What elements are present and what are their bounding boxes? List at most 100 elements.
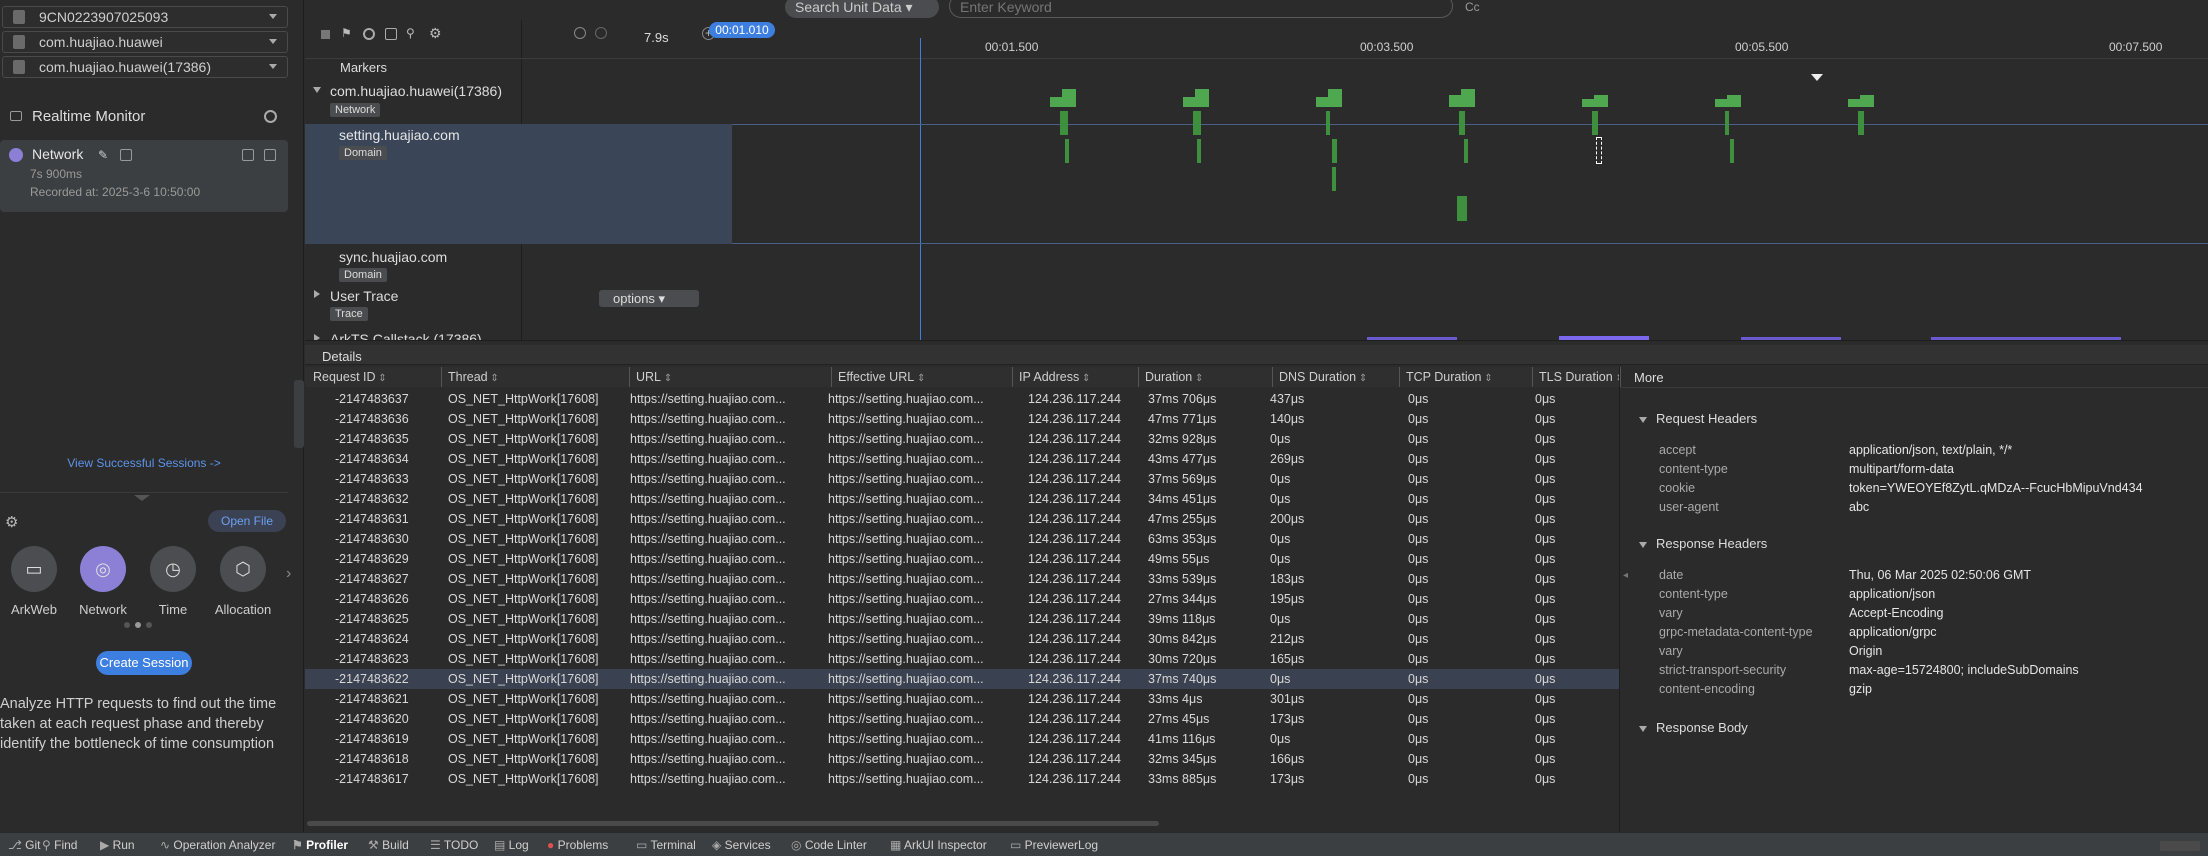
table-row[interactable]: -2147483629 OS_NET_HttpWork[17608] https:/… xyxy=(305,549,1619,569)
create-session-button[interactable]: Create Session xyxy=(96,651,192,675)
table-row[interactable]: -2147483632 OS_NET_HttpWork[17608] https:/… xyxy=(305,489,1619,509)
expand-icon[interactable] xyxy=(313,87,321,93)
tool-window-find[interactable]: ⚲ Find xyxy=(42,838,77,852)
time-cursor-label[interactable]: 00:01.010 xyxy=(709,22,775,38)
tool-window-git[interactable]: ⎇ Git xyxy=(8,838,41,852)
network-bar[interactable] xyxy=(1860,95,1874,107)
tool-window-todo[interactable]: ☰ TODO xyxy=(430,838,478,852)
request-bar[interactable] xyxy=(1858,111,1864,135)
request-bar[interactable] xyxy=(1457,196,1467,221)
page-dot[interactable] xyxy=(124,622,130,628)
header-value[interactable]: token=YWEOYEf8ZytL.qMDzA--FcucHbMipuVnd4… xyxy=(1849,480,2143,496)
request-bar[interactable] xyxy=(1592,111,1598,135)
table-row[interactable]: -2147483619 OS_NET_HttpWork[17608] https:/… xyxy=(305,729,1619,749)
table-row[interactable]: -2147483630 OS_NET_HttpWork[17608] https:/… xyxy=(305,529,1619,549)
table-row[interactable]: -2147483634 OS_NET_HttpWork[17608] https:/… xyxy=(305,449,1619,469)
info-icon[interactable] xyxy=(120,149,132,161)
header-value[interactable]: abc xyxy=(1849,499,1869,515)
header-value[interactable]: application/grpc xyxy=(1849,624,1937,640)
process-select[interactable]: com.huajiao.huawei(17386) xyxy=(2,56,288,78)
sort-icon[interactable]: ⇕ xyxy=(914,373,925,384)
header-value[interactable]: gzip xyxy=(1849,681,1872,697)
tool-window-services[interactable]: ◈ Services xyxy=(712,838,771,852)
column-header[interactable]: IP Address ⇕ xyxy=(1013,367,1139,387)
header-value[interactable]: application/json, text/plain, */* xyxy=(1849,442,2012,458)
gear-icon[interactable]: ⚙ xyxy=(429,25,442,42)
column-header[interactable]: Thread ⇕ xyxy=(442,367,630,387)
table-row[interactable]: -2147483621 OS_NET_HttpWork[17608] https:/… xyxy=(305,689,1619,709)
sort-icon[interactable]: ⇕ xyxy=(1079,373,1090,384)
column-header[interactable]: Effective URL ⇕ xyxy=(832,367,1013,387)
options-dropdown[interactable]: options ▾ xyxy=(599,290,699,307)
stop-icon[interactable] xyxy=(321,30,330,39)
marker-icon[interactable] xyxy=(1811,74,1823,81)
tool-window-operation-analyzer[interactable]: ∿ Operation Analyzer xyxy=(160,838,275,852)
tool-window-arkui-inspector[interactable]: ▦ ArkUI Inspector xyxy=(890,838,987,852)
request-bar[interactable] xyxy=(1332,167,1336,191)
search-unit-dropdown[interactable]: Search Unit Data ▾ xyxy=(785,0,939,18)
table-row[interactable]: -2147483633 OS_NET_HttpWork[17608] https:/… xyxy=(305,469,1619,489)
view-sessions-link[interactable]: View Successful Sessions -> xyxy=(0,456,288,470)
tool-window-build[interactable]: ⚒ Build xyxy=(368,838,409,852)
tool-window-previewerlog[interactable]: ▭ PreviewerLog xyxy=(1010,838,1098,852)
side-handle[interactable] xyxy=(294,380,304,448)
request-bar[interactable] xyxy=(1065,139,1069,163)
tool-window-run[interactable]: ▶ Run xyxy=(100,838,135,852)
request-bar[interactable] xyxy=(1197,139,1201,163)
table-row[interactable]: -2147483620 OS_NET_HttpWork[17608] https:/… xyxy=(305,709,1619,729)
table-row[interactable]: -2147483623 OS_NET_HttpWork[17608] https:/… xyxy=(305,649,1619,669)
request-headers-section[interactable]: Request Headers xyxy=(1639,411,1757,426)
record-icon[interactable] xyxy=(264,110,277,123)
sort-icon[interactable]: ⇕ xyxy=(1356,373,1367,384)
keyword-input-wrap[interactable] xyxy=(949,0,1453,18)
request-bar[interactable] xyxy=(1459,111,1465,135)
tool-window-code-linter[interactable]: ◎ Code Linter xyxy=(791,838,867,852)
sort-icon[interactable]: ⇕ xyxy=(661,373,672,384)
table-row[interactable]: -2147483618 OS_NET_HttpWork[17608] https:/… xyxy=(305,749,1619,769)
sort-icon[interactable]: ⇕ xyxy=(1192,373,1203,384)
table-row[interactable]: -2147483625 OS_NET_HttpWork[17608] https:/… xyxy=(305,609,1619,629)
network-bar[interactable] xyxy=(1328,89,1342,107)
column-header[interactable]: Request ID ⇕ xyxy=(307,367,442,387)
tool-window-profiler[interactable]: ⚑ Profiler xyxy=(292,838,348,852)
request-bar[interactable] xyxy=(1332,139,1337,163)
keyword-input[interactable] xyxy=(960,0,1440,15)
tool-time[interactable]: ◷ Time xyxy=(143,546,203,617)
network-bar[interactable] xyxy=(1195,89,1209,107)
case-sensitive-toggle[interactable]: Cc xyxy=(1465,0,1480,14)
sort-icon[interactable]: ⇕ xyxy=(1482,373,1492,384)
scrollbar-thumb[interactable] xyxy=(307,821,1159,826)
save-icon[interactable] xyxy=(242,149,254,161)
header-value[interactable]: Accept-Encoding xyxy=(1849,605,1944,621)
sort-icon[interactable]: ⇕ xyxy=(376,373,386,384)
network-bar[interactable] xyxy=(1062,89,1076,107)
table-row[interactable]: -2147483635 OS_NET_HttpWork[17608] https:/… xyxy=(305,429,1619,449)
request-bar[interactable] xyxy=(1725,111,1729,135)
tool-window-problems[interactable]: ● Problems xyxy=(547,838,608,852)
edit-icon[interactable]: ✎ xyxy=(98,148,108,162)
selected-request-bar[interactable] xyxy=(1596,137,1602,164)
chevron-right-icon[interactable]: › xyxy=(286,565,291,583)
header-value[interactable]: Origin xyxy=(1849,643,1882,659)
response-headers-section[interactable]: Response Headers xyxy=(1639,536,1767,551)
header-value[interactable]: max-age=15724800; includeSubDomains xyxy=(1849,662,2079,678)
table-row[interactable]: -2147483626 OS_NET_HttpWork[17608] https:/… xyxy=(305,589,1619,609)
device-select[interactable]: 9CN0223907025093 xyxy=(2,6,288,28)
header-value[interactable]: application/json xyxy=(1849,586,1935,602)
table-row[interactable]: -2147483637 OS_NET_HttpWork[17608] https:/… xyxy=(305,389,1619,409)
table-row[interactable]: -2147483627 OS_NET_HttpWork[17608] https:/… xyxy=(305,569,1619,589)
block-icon[interactable] xyxy=(363,28,375,40)
table-row[interactable]: -2147483622 OS_NET_HttpWork[17608] https:/… xyxy=(305,669,1619,689)
table-row[interactable]: -2147483631 OS_NET_HttpWork[17608] https:/… xyxy=(305,509,1619,529)
settings-icon[interactable]: ⚙ xyxy=(5,513,18,531)
tool-window-terminal[interactable]: ▭ Terminal xyxy=(636,838,696,852)
tool-allocation[interactable]: ⬡ Allocation xyxy=(213,546,273,617)
network-bar[interactable] xyxy=(1727,95,1741,107)
network-bar[interactable] xyxy=(1594,95,1608,107)
history-icon[interactable] xyxy=(574,27,586,39)
table-row[interactable]: -2147483636 OS_NET_HttpWork[17608] https:/… xyxy=(305,409,1619,429)
panel-collapse-icon[interactable]: ◂ xyxy=(1623,570,1628,581)
network-bar[interactable] xyxy=(1461,89,1475,107)
column-header[interactable]: URL ⇕ xyxy=(630,367,832,387)
export-icon[interactable] xyxy=(385,28,397,40)
